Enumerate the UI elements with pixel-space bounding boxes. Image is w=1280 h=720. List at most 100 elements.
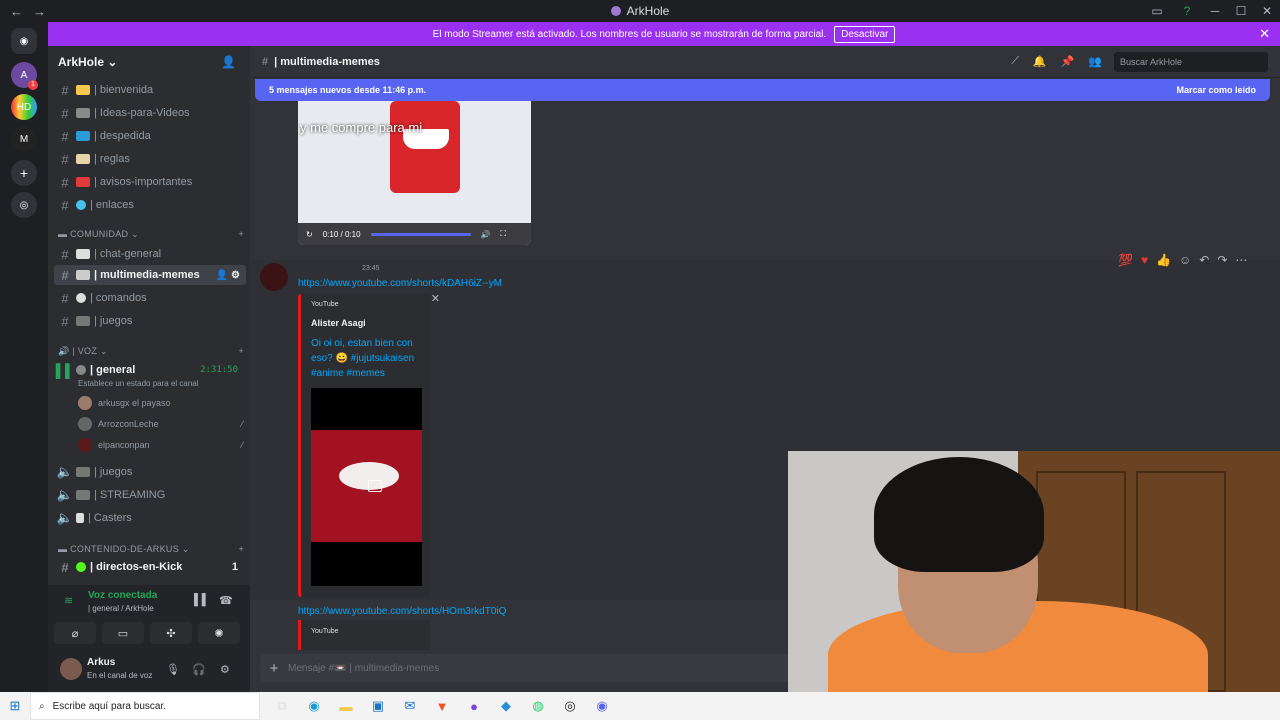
reaction-thumbs-up-icon[interactable]: 👍 [1156,253,1171,267]
channel-directos-kick[interactable]: # | directos-en-Kick 1 [54,557,246,577]
channel-despedida[interactable]: # | despedida [54,126,246,146]
soundboard-button[interactable]: ✺ [198,622,240,644]
message-link[interactable]: https://www.youtube.com/shorts/kDAH6iZ--… [298,278,502,289]
channel-comandos[interactable]: # | comandos [54,288,246,308]
bell-icon[interactable]: 🔔 [1033,55,1047,68]
server-icon-3[interactable]: M [11,126,37,152]
reaction-heart-icon[interactable]: ♥ [1141,253,1148,267]
add-member-icon[interactable]: 👤 [221,55,236,69]
channel-enlaces[interactable]: # | enlaces [54,195,246,215]
voice-connected-label[interactable]: Voz conectada [88,590,157,601]
gamepad-icon [76,316,90,326]
edge-icon[interactable]: ◉ [298,698,330,714]
embed-close-icon[interactable]: ✕ [431,292,440,305]
volume-icon[interactable]: 🔊 [481,230,491,239]
threads-icon[interactable]: ⟋ [1011,55,1019,68]
play-icon[interactable] [368,480,382,492]
add-attachment-icon[interactable]: + [260,660,288,677]
mail-icon[interactable]: ✉ [394,698,426,714]
message-input[interactable]: Mensaje #📼 | multimedia-memes [288,663,439,674]
forward-icon[interactable]: → [33,4,46,19]
noise-suppression-icon[interactable]: ▌▌ [194,594,210,606]
discord-icon[interactable]: ◉ [11,28,37,54]
voice-user[interactable]: elpanconpan ⁄ [78,436,243,454]
task-view-icon[interactable]: ⧉ [266,698,298,714]
channel-multimedia-memes[interactable]: # | multimedia-memes 👤 ⚙ [54,265,246,285]
channel-ideas[interactable]: # | Ideas-para-Videos [54,103,246,123]
store-icon[interactable]: ▣ [362,698,394,714]
embed-thumbnail[interactable] [311,388,422,586]
settings-icon[interactable]: 👤 ⚙ [216,270,240,281]
add-channel-icon[interactable]: + [238,229,244,240]
category-voz[interactable]: 🔊 | VOZ ⌄ + [58,346,244,357]
camera-off-button[interactable]: ⌀ [54,622,96,644]
server-header[interactable]: ArkHole ⌄ 👤 [48,46,250,78]
microphone-icon[interactable]: 🎙 [166,663,180,676]
help-icon[interactable]: ? [1172,4,1202,18]
banner-close-icon[interactable]: ✕ [1259,26,1270,42]
disconnect-icon[interactable]: ☎ [219,594,233,607]
video-progress-bar[interactable] [370,232,471,236]
app-icon[interactable]: ◆ [490,698,522,714]
voice-channel-general[interactable]: ▌▌ | general 2:31:50 [54,360,246,380]
file-explorer-icon[interactable]: ▬ [330,699,362,714]
category-contenido[interactable]: ▬ CONTENIDO-DE-ARKUS ⌄ + [58,544,244,555]
screen-share-button[interactable]: ▭ [102,622,144,644]
voice-channel-juegos[interactable]: 🔈 | juegos [54,462,246,482]
channel-bienvenida[interactable]: # | bienvenida [54,80,246,100]
avatar [78,438,92,452]
add-server-icon[interactable]: + [11,160,37,186]
headphones-icon[interactable]: 🎧 [192,663,206,676]
video-player[interactable]: y me compre para mi ↻ 0:10 / 0:10 🔊 ⛶ [298,101,531,245]
explore-icon[interactable]: ◎ [11,192,37,218]
taskbar-search[interactable]: ⌕ Escribe aquí para buscar. [30,692,260,720]
minimize-button[interactable]: ─ [1202,4,1228,18]
windows-icon[interactable]: ⊞ [0,698,30,714]
inbox-icon[interactable]: ▭ [1142,4,1172,18]
channel-reglas[interactable]: # | reglas [54,149,246,169]
category-comunidad[interactable]: ▬ COMUNIDAD ⌄ + [58,229,244,240]
channel-avisos[interactable]: # | avisos-importantes [54,172,246,192]
server-icon-2[interactable]: HD [11,94,37,120]
reply-icon[interactable]: ↶ [1199,253,1209,267]
channel-chat-general[interactable]: # | chat-general [54,244,246,264]
activities-button[interactable]: ✣ [150,622,192,644]
voice-user[interactable]: arkusgx el payaso [78,394,243,412]
search-input[interactable]: Buscar ArkHole [1114,52,1268,72]
back-icon[interactable]: ← [10,4,23,19]
app-icon[interactable]: ● [458,699,490,714]
settings-icon[interactable]: ⚙ [220,663,230,676]
brave-icon[interactable]: ▼ [426,699,458,714]
members-icon[interactable]: 👥 [1088,55,1102,68]
reaction-100-icon[interactable]: 💯 [1118,253,1133,267]
discord-taskbar-icon[interactable]: ◉ [586,698,618,714]
obs-icon[interactable]: ◎ [554,698,586,714]
fullscreen-icon[interactable]: ⛶ [500,229,506,239]
add-channel-icon[interactable]: + [238,544,244,555]
embed-author[interactable]: Alister Asagi [311,318,366,328]
embed-provider: YouTube [311,301,339,308]
replay-icon[interactable]: ↻ [306,230,313,239]
channel-juegos[interactable]: # | juegos [54,311,246,331]
add-channel-icon[interactable]: + [238,346,244,357]
avatar[interactable] [260,263,288,291]
close-button[interactable]: ✕ [1254,4,1280,18]
user-name[interactable]: Arkus [87,657,115,668]
more-icon[interactable]: ⋯ [1235,253,1247,267]
message-link[interactable]: https://www.youtube.com/shorts/HOm3rkdT0… [298,606,506,617]
forward-icon[interactable]: ↷ [1217,253,1227,267]
voice-channel-casters[interactable]: 🔈 | Casters [54,508,246,528]
voice-channel-streaming[interactable]: 🔈 | STREAMING [54,485,246,505]
maximize-button[interactable]: ☐ [1228,4,1254,18]
voice-user[interactable]: ArrozconLeche ⁄ [78,415,243,433]
voice-status-text[interactable]: Establece un estado para el canal [78,379,199,388]
add-reaction-icon[interactable]: ☺ [1179,253,1191,267]
deactivate-button[interactable]: Desactivar [834,25,896,43]
mark-read-button[interactable]: Marcar como leído [1176,85,1256,95]
new-messages-bar[interactable]: 5 mensajes nuevos desde 11:46 p.m. Marca… [255,79,1270,101]
whatsapp-icon[interactable]: ◍ [522,698,554,714]
pin-icon[interactable]: 📌 [1061,55,1075,68]
voice-location[interactable]: | general / ArkHole [88,604,154,613]
embed-description[interactable]: Oi oi oi, estan bien con eso? 😀 #jujutsu… [311,336,425,381]
avatar[interactable] [60,658,82,680]
